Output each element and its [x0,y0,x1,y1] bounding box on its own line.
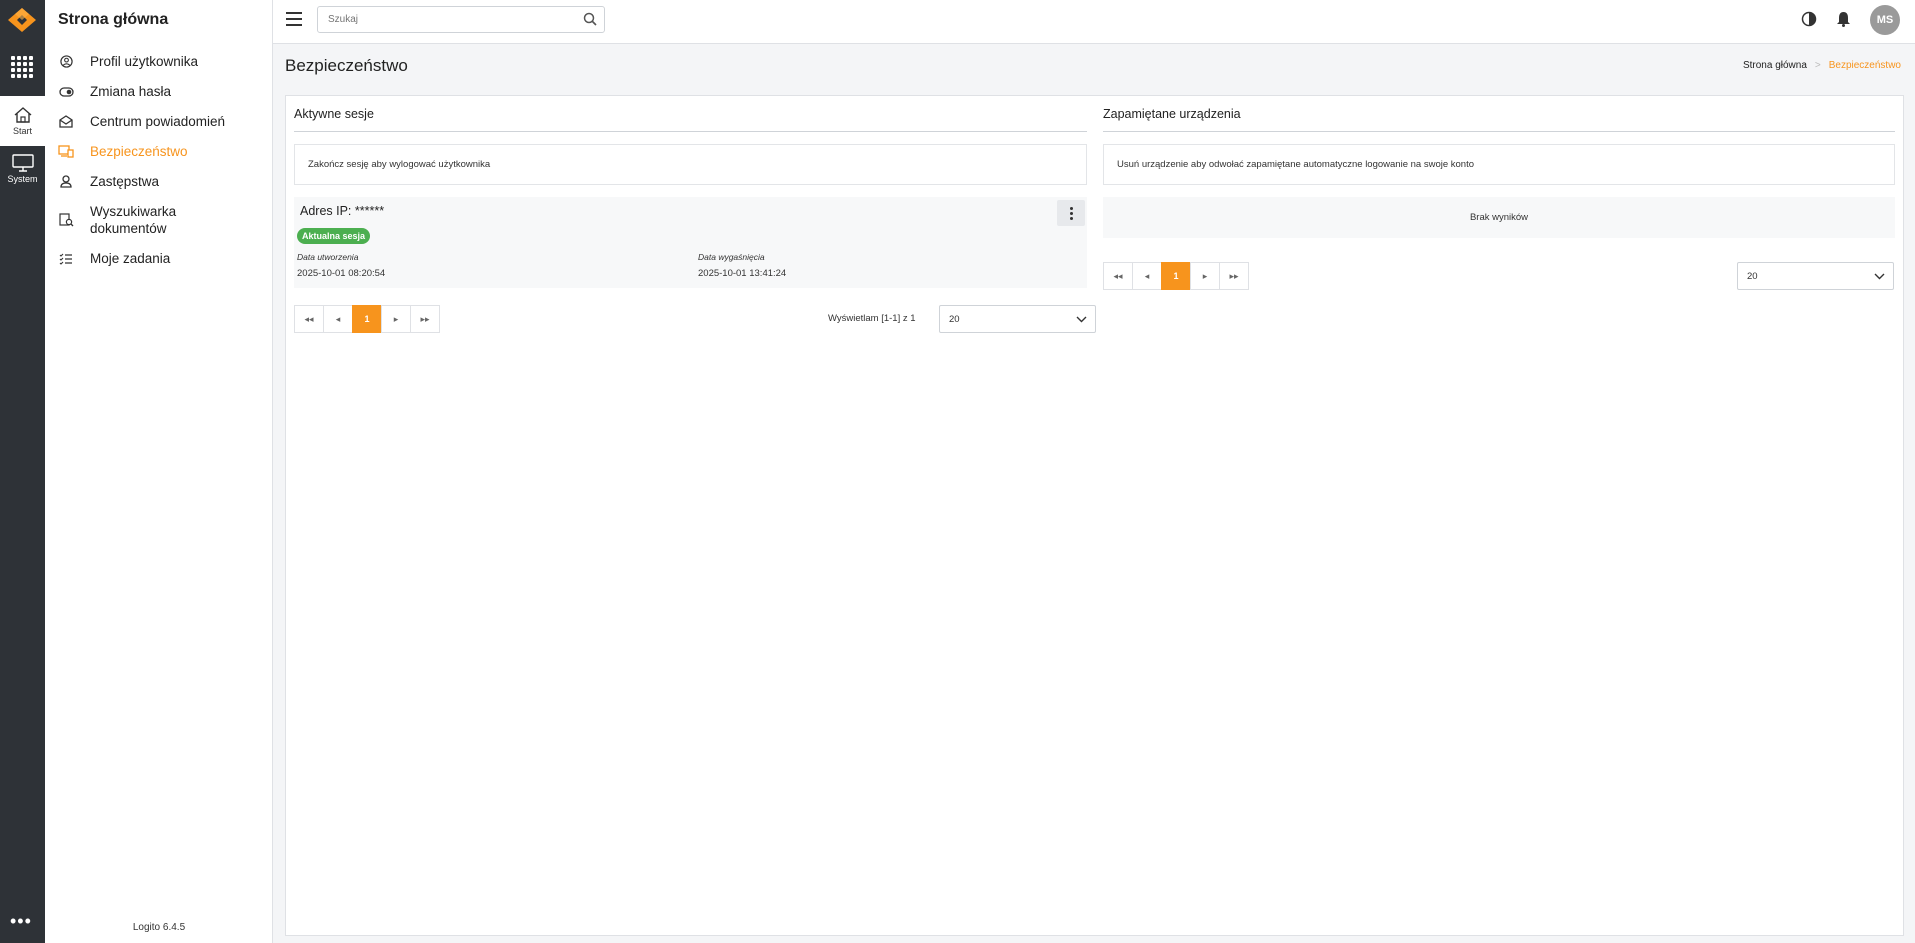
active-sessions-title: Aktywne sesje [294,96,1087,132]
sidebar-item-profile[interactable]: Profil użytkownika [45,53,273,70]
envelope-open-icon [58,113,74,130]
created-label: Data utworzenia [297,252,359,262]
sidebar-item-security[interactable]: Bezpieczeństwo [45,143,273,160]
expires-value: 2025-10-01 13:41:24 [698,268,787,279]
no-results: Brak wyników [1103,197,1895,238]
sidebar-item-label: Bezpieczeństwo [90,144,188,159]
sidebar-nav: Profil użytkownika Zmiana hasła Centrum … [45,53,273,280]
breadcrumb-separator-icon: > [1814,60,1821,71]
page-size-value: 20 [949,313,960,325]
next-page-button[interactable]: ▸ [1190,262,1220,290]
rail-item-start[interactable]: Start [0,96,45,146]
rail-item-label: System [7,174,38,184]
sidebar-item-tasks[interactable]: Moje zadania [45,250,273,267]
task-list-icon [58,250,74,267]
expires-label: Data wygaśnięcia [698,252,765,262]
bell-icon[interactable] [1836,11,1851,27]
search-input[interactable] [318,7,568,32]
remembered-devices-title: Zapamiętane urządzenia [1103,96,1895,132]
created-value: 2025-10-01 08:20:54 [297,268,386,279]
breadcrumb-link-home[interactable]: Strona główna [1743,60,1807,71]
page-size-select[interactable]: 20 [939,305,1096,333]
sidebar-title: Strona główna [58,11,169,28]
devices-pagination: ◂◂ ◂ 1 ▸ ▸▸ [1103,262,1249,290]
topbar: MS [273,0,1915,44]
next-page-button[interactable]: ▸ [381,305,411,333]
page-button[interactable]: 1 [1161,262,1191,290]
apps-grid-icon[interactable] [11,56,33,78]
session-item: Adres IP: ****** Aktualna sesja Data utw… [294,197,1087,288]
sidebar-item-label: Zastępstwa [90,174,160,189]
page-title: Bezpieczeństwo [285,56,408,75]
rail-item-system[interactable]: System [0,144,45,194]
page-button[interactable]: 1 [352,305,382,333]
sessions-pagination: ◂◂ ◂ 1 ▸ ▸▸ [294,305,440,333]
last-page-button[interactable]: ▸▸ [1219,262,1249,290]
logo-icon[interactable] [7,7,37,33]
sidebar-item-document-search[interactable]: Wyszukiwarka dokumentów [45,203,273,237]
user-icon [58,173,74,190]
search-box [317,6,605,33]
sessions-info: Zakończ sesję aby wylogować użytkownika [294,144,1087,185]
sidebar-item-label: Profil użytkownika [90,54,199,69]
sidebar-item-label: Centrum powiadomień [90,114,226,129]
rail-item-label: Start [12,126,32,136]
active-sessions-panel: Aktywne sesje Zakończ sesję aby wylogowa… [294,96,1096,333]
prev-page-button[interactable]: ◂ [323,305,353,333]
sidebar-item-label: Zmiana hasła [90,84,172,99]
menu-icon[interactable] [286,12,302,26]
content-card: Aktywne sesje Zakończ sesję aby wylogowa… [285,95,1904,936]
sidebar-item-password[interactable]: Zmiana hasła [45,83,273,100]
avatar[interactable]: MS [1870,5,1900,35]
current-session-badge: Aktualna sesja [297,228,371,244]
prev-page-button[interactable]: ◂ [1132,262,1162,290]
search-icon[interactable] [583,12,597,26]
sidebar: Strona główna Profil użytkownika Zmiana … [45,0,273,943]
last-page-button[interactable]: ▸▸ [410,305,440,333]
page-size-select[interactable]: 20 [1737,262,1894,290]
user-circle-icon [58,53,74,70]
more-icon[interactable]: ••• [10,912,32,930]
session-ip: Adres IP: ****** [300,204,385,218]
first-page-button[interactable]: ◂◂ [1103,262,1133,290]
app-rail: Start System ••• [0,0,45,943]
first-page-button[interactable]: ◂◂ [294,305,324,333]
sidebar-item-notifications[interactable]: Centrum powiadomień [45,113,273,130]
breadcrumb-current: Bezpieczeństwo [1828,60,1901,71]
breadcrumb: Strona główna > Bezpieczeństwo [1743,60,1901,71]
session-menu-button[interactable] [1057,200,1085,226]
document-search-icon [58,211,74,228]
remembered-devices-panel: Zapamiętane urządzenia Usuń urządzenie a… [1103,96,1895,290]
sessions-count: Wyświetlam [1-1] z 1 [828,313,916,324]
devices-icon [58,143,74,160]
devices-info: Usuń urządzenie aby odwołać zapamiętane … [1103,144,1895,185]
sidebar-item-label: Wyszukiwarka dokumentów [90,204,177,236]
contrast-icon[interactable] [1801,11,1817,27]
chevron-down-icon [1076,316,1087,323]
sidebar-item-label: Moje zadania [90,251,171,266]
app-version: Logito 6.4.5 [132,922,186,933]
toggle-icon [58,83,74,100]
home-icon [14,107,31,123]
chevron-down-icon [1874,273,1885,280]
sidebar-item-substitutions[interactable]: Zastępstwa [45,173,273,190]
page-size-value: 20 [1747,270,1758,282]
monitor-icon [11,154,34,172]
